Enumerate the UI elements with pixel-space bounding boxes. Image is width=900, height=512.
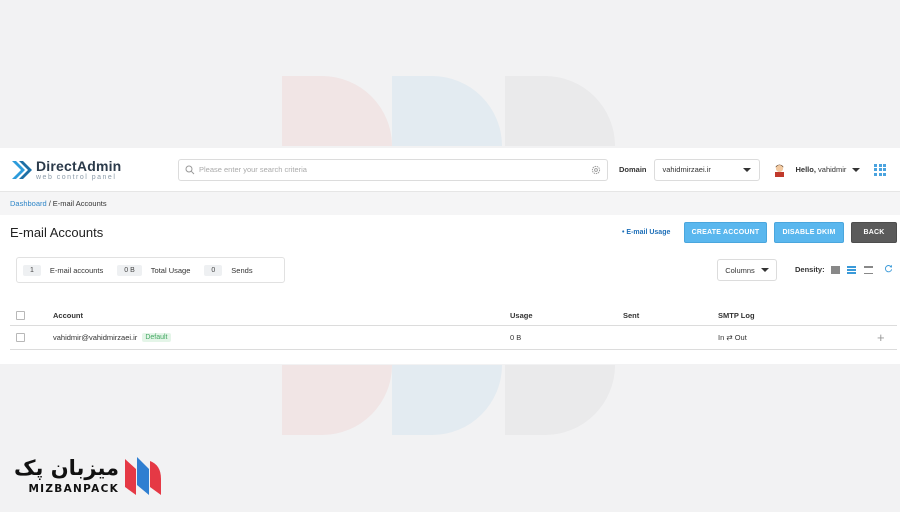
page-header: E-mail Accounts • E-mail Usage CREATE AC… [0,215,900,249]
account-email[interactable]: vahidmir@vahidmirzaei.ir [53,333,137,342]
search-icon [185,165,195,174]
breadcrumb-current: E-mail Accounts [52,199,107,208]
column-header-smtp-log[interactable]: SMTP Log [718,311,755,320]
columns-dropdown[interactable]: Columns [717,259,777,281]
column-header-account[interactable]: Account [53,311,83,320]
top-bar: DirectAdmin web control panel Please ent… [0,148,900,192]
user-greeting[interactable]: Hello, vahidmir [796,165,847,174]
greeting-prefix: Hello, [795,165,816,174]
stat-label-sends: Sends [231,265,253,275]
columns-label: Columns [725,265,755,275]
breadcrumb-dashboard-link[interactable]: Dashboard [10,199,47,208]
email-accounts-table: Account Usage Sent SMTP Log vahidmir@vah… [10,306,897,350]
brand-name-fa: میزبان پک [14,455,120,480]
chevron-down-icon [760,268,769,272]
directadmin-logo-icon [12,160,32,179]
stat-value-usage: 0 B [117,264,142,276]
breadcrumb-separator: / [48,199,51,208]
stat-value-sends: 0 [204,264,223,276]
watermark-shape [505,365,615,435]
density-label: Density: [795,265,825,274]
usage-cell: 0 B [510,333,522,342]
mizbanpack-logo-icon [125,457,162,495]
back-button[interactable]: BACK [851,221,897,243]
watermark-shape [282,76,392,146]
stat-label-accounts: E-mail accounts [49,265,104,275]
domain-value: vahidmirzaei.ir [662,165,711,174]
stat-label-usage: Total Usage [150,265,191,275]
refresh-icon[interactable] [884,264,893,273]
logo[interactable]: DirectAdmin web control panel [10,159,178,181]
watermark-shape [392,76,502,146]
logo-tagline: web control panel [36,173,117,181]
density-compact-icon[interactable] [831,266,840,274]
gear-icon[interactable] [591,165,601,175]
page-title: E-mail Accounts [10,224,104,240]
watermark-shape [505,76,615,146]
user-menu-chevron-icon[interactable] [852,167,861,172]
table-header: Account Usage Sent SMTP Log [10,306,897,326]
search-input[interactable]: Please enter your search criteria [178,158,608,181]
create-account-button[interactable]: CREATE ACCOUNT [684,221,767,243]
watermark-shape [392,365,502,435]
username: vahidmir [818,165,847,174]
table-row[interactable]: vahidmir@vahidmirzaei.ir Default 0 B In … [10,326,897,350]
watermark-shape [282,365,392,435]
stat-value-accounts: 1 [23,264,41,276]
search-placeholder: Please enter your search criteria [199,165,307,174]
smtp-log-cell[interactable]: In ⇄ Out [718,333,747,342]
density-comfortable-icon[interactable] [864,266,873,274]
mizbanpack-brand: میزبان پک MIZBANPACK [14,455,163,497]
avatar[interactable] [772,162,787,177]
column-header-usage[interactable]: Usage [510,311,533,320]
breadcrumb: Dashboard / E-mail Accounts [0,192,900,215]
domain-label: Domain [619,165,647,174]
stats-summary: 1 E-mail accounts 0 B Total Usage 0 Send… [16,257,285,283]
column-header-sent[interactable]: Sent [623,311,639,320]
brand-name-en: MIZBANPACK [28,482,120,495]
logo-name: DirectAdmin [36,157,122,174]
expand-row-icon[interactable]: + [877,330,885,345]
density-normal-icon[interactable] [847,266,856,274]
account-cell: vahidmir@vahidmirzaei.ir Default [53,333,171,342]
domain-select[interactable]: vahidmirzaei.ir [653,158,760,181]
email-usage-link[interactable]: • E-mail Usage [622,229,670,236]
select-all-checkbox[interactable] [16,311,25,320]
stats-toolbar: 1 E-mail accounts 0 B Total Usage 0 Send… [0,249,900,289]
apps-grid-icon[interactable] [874,163,887,176]
row-checkbox[interactable] [16,333,25,342]
disable-dkim-button[interactable]: DISABLE DKIM [774,221,844,243]
chevron-down-icon [742,167,751,172]
default-badge: Default [142,333,171,342]
